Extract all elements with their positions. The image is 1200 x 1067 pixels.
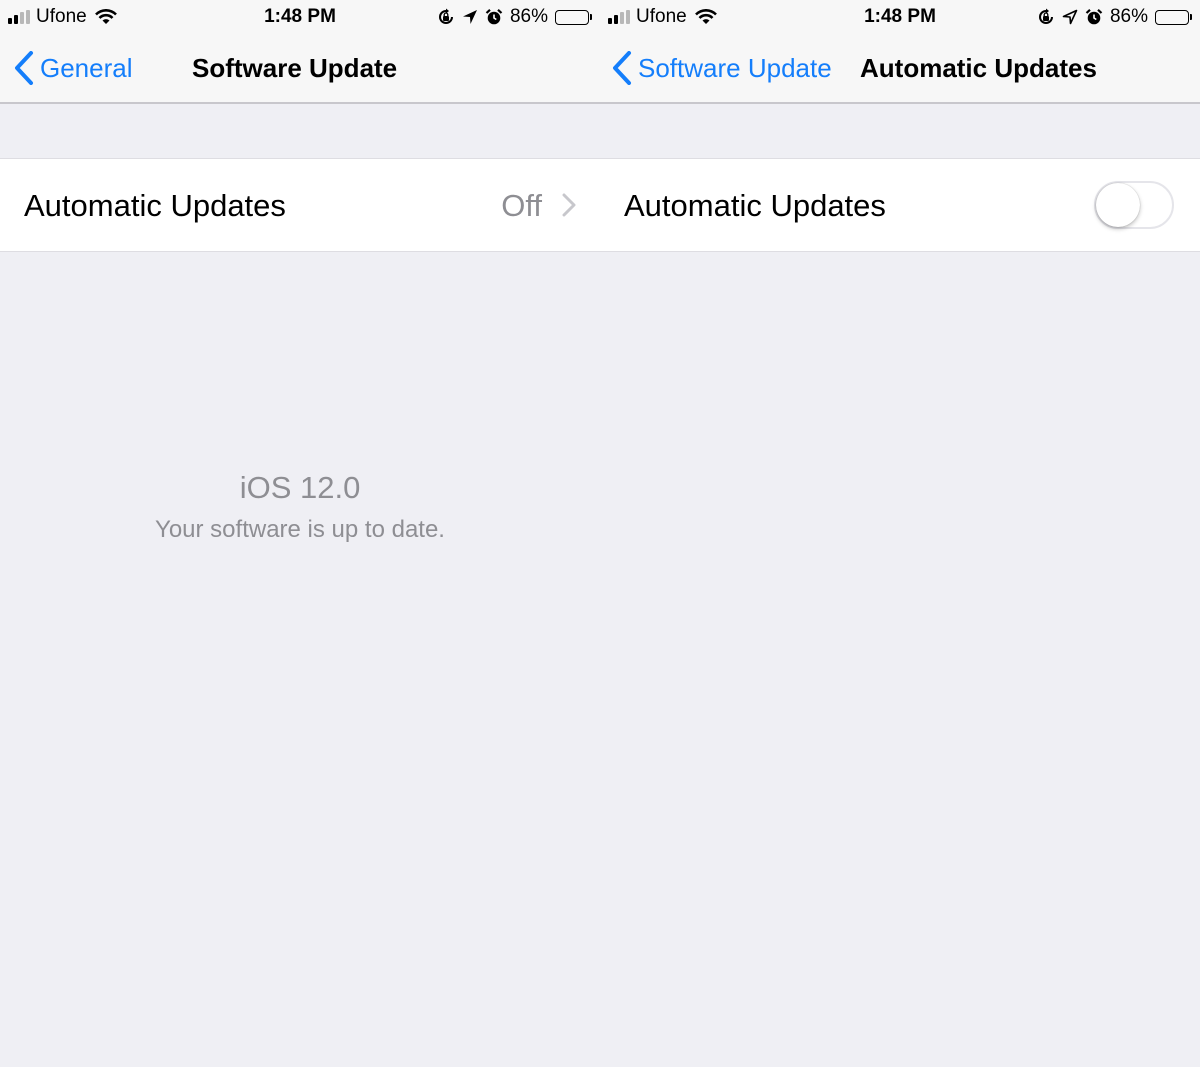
- page-title: Automatic Updates: [860, 53, 1097, 83]
- navigation-bar: General Software Update: [0, 34, 600, 102]
- back-label: Software Update: [638, 52, 832, 83]
- row-label: Automatic Updates: [24, 188, 286, 223]
- battery-percent: 86%: [1109, 6, 1148, 27]
- automatic-updates-row[interactable]: Automatic Updates Off: [0, 158, 600, 252]
- automatic-updates-row: Automatic Updates: [600, 158, 1200, 252]
- battery-icon: [555, 9, 592, 25]
- alarm-icon: [485, 8, 503, 25]
- battery-icon: [1155, 9, 1192, 25]
- battery-percent: 86%: [509, 6, 548, 27]
- row-value: Off: [501, 188, 542, 223]
- chevron-left-icon: [15, 51, 33, 85]
- automatic-updates-toggle[interactable]: [1094, 181, 1174, 229]
- orientation-lock-icon: [1039, 8, 1053, 24]
- row-label: Automatic Updates: [624, 188, 886, 223]
- back-button-general[interactable]: General: [14, 34, 133, 102]
- ios-version: iOS 12.0: [239, 470, 361, 505]
- status-bar: Ufone 1:48 PM 86%: [0, 0, 600, 34]
- page-title: Software Update: [192, 53, 398, 83]
- chevron-right-icon: [562, 193, 576, 217]
- back-label: General: [40, 52, 133, 83]
- orientation-lock-icon: [439, 8, 453, 24]
- status-bar: Ufone 1:48 PM 86%: [600, 0, 1200, 34]
- update-status: Your software is up to date.: [155, 516, 445, 543]
- navigation-bar: Software Update Automatic Updates: [600, 34, 1200, 102]
- back-button-software-update[interactable]: Software Update: [612, 34, 832, 102]
- location-icon: [1062, 9, 1078, 25]
- chevron-left-icon: [613, 51, 631, 85]
- alarm-icon: [1085, 8, 1103, 25]
- toggle-knob: [1096, 183, 1140, 227]
- location-icon: [462, 10, 477, 24]
